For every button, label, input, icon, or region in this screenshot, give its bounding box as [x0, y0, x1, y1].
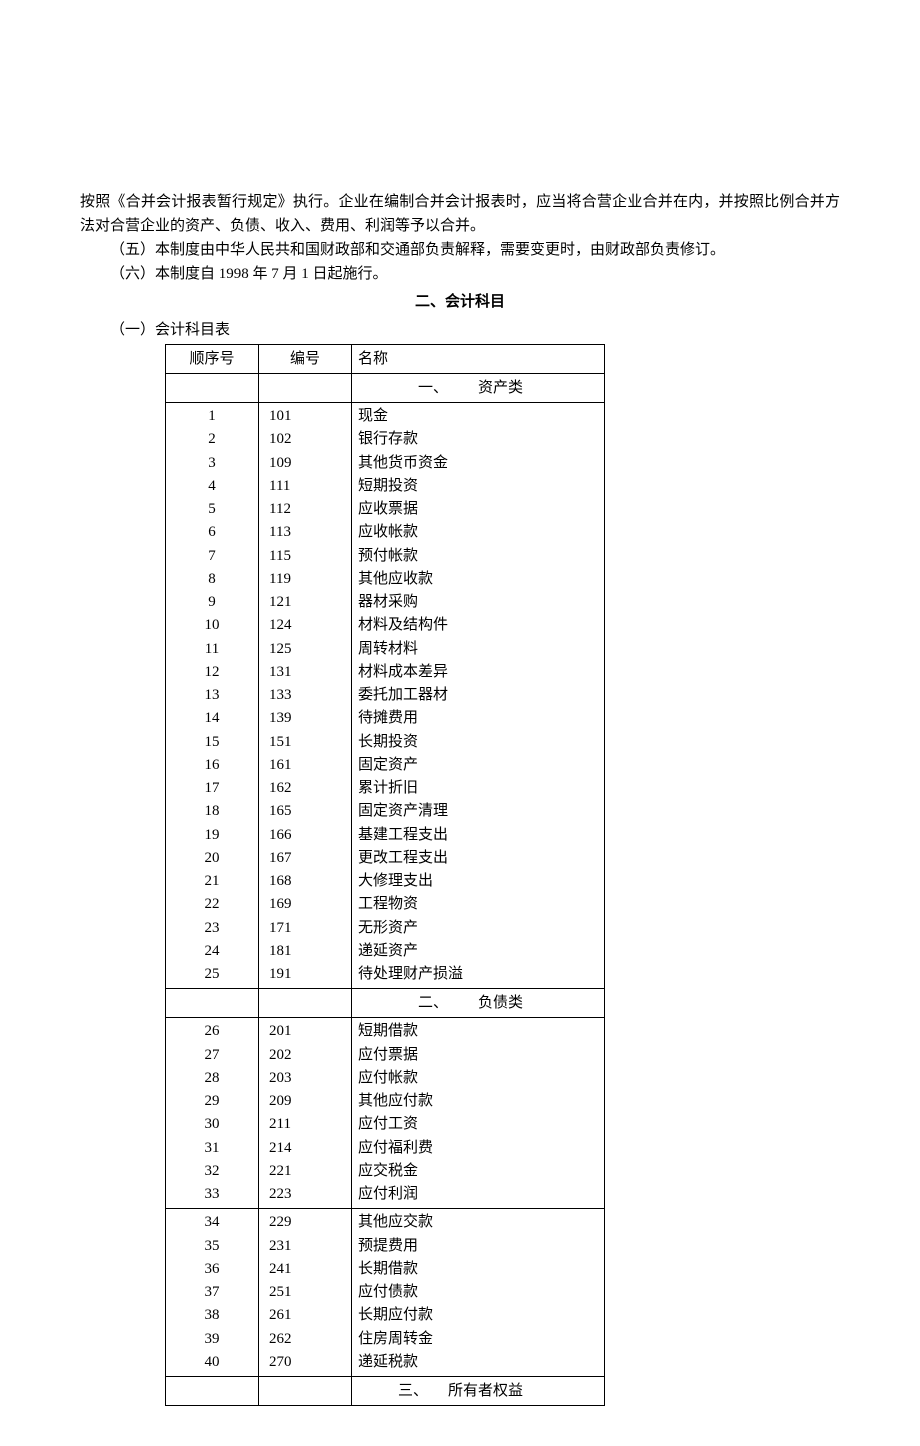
paragraph-text: 按照《合并会计报表暂行规定》执行。企业在编制合并会计报表时，应当将合营企业合并在…: [80, 190, 840, 238]
seq-column: 2627282930313233: [166, 1018, 259, 1209]
data-block-row: 1234567891011121314151617181920212223242…: [166, 403, 605, 989]
name-column: 其他应交款预提费用长期借款应付债款长期应付款住房周转金递延税款: [352, 1209, 605, 1377]
document-page: 按照《合并会计报表暂行规定》执行。企业在编制合并会计报表时，应当将合营企业合并在…: [0, 0, 920, 1446]
category-name: 所有者权益: [448, 1383, 523, 1399]
data-block-row: 2627282930313233 20120220320921121422122…: [166, 1018, 605, 1209]
section-title: 二、会计科目: [80, 290, 840, 314]
category-prefix: 二、: [358, 995, 478, 1011]
category-row: 一、资产类: [166, 374, 605, 403]
category-row: 二、负债类: [166, 989, 605, 1018]
empty-cell: [259, 989, 352, 1018]
category-prefix: 三、: [358, 1383, 448, 1399]
empty-cell: [259, 374, 352, 403]
category-name: 资产类: [478, 380, 523, 396]
paragraph-text: （五）本制度由中华人民共和国财政部和交通部负责解释，需要变更时，由财政部负责修订…: [80, 238, 840, 262]
empty-cell: [166, 1377, 259, 1406]
code-column: 1011021091111121131151191211241251311331…: [259, 403, 352, 989]
data-block-row: 34353637383940 229231241251261262270 其他应…: [166, 1209, 605, 1377]
header-name: 名称: [352, 345, 605, 374]
table-header-row: 顺序号 编号 名称: [166, 345, 605, 374]
subsection-title: （一）会计科目表: [80, 318, 840, 342]
paragraph-text: （六）本制度自 1998 年 7 月 1 日起施行。: [80, 262, 840, 286]
category-row: 三、所有者权益: [166, 1377, 605, 1406]
category-label: 一、资产类: [352, 374, 605, 403]
account-subjects-table: 顺序号 编号 名称 一、资产类 123456789101112131415161…: [165, 344, 605, 1406]
category-name: 负债类: [478, 995, 523, 1011]
category-label: 二、负债类: [352, 989, 605, 1018]
empty-cell: [166, 374, 259, 403]
header-code: 编号: [259, 345, 352, 374]
category-prefix: 一、: [358, 380, 478, 396]
seq-column: 1234567891011121314151617181920212223242…: [166, 403, 259, 989]
header-seq: 顺序号: [166, 345, 259, 374]
empty-cell: [259, 1377, 352, 1406]
code-column: 229231241251261262270: [259, 1209, 352, 1377]
empty-cell: [166, 989, 259, 1018]
seq-column: 34353637383940: [166, 1209, 259, 1377]
name-column: 现金银行存款其他货币资金短期投资应收票据应收帐款预付帐款其他应收款器材采购材料及…: [352, 403, 605, 989]
name-column: 短期借款应付票据应付帐款其他应付款应付工资应付福利费应交税金应付利润: [352, 1018, 605, 1209]
code-column: 201202203209211214221223: [259, 1018, 352, 1209]
category-label: 三、所有者权益: [352, 1377, 605, 1406]
